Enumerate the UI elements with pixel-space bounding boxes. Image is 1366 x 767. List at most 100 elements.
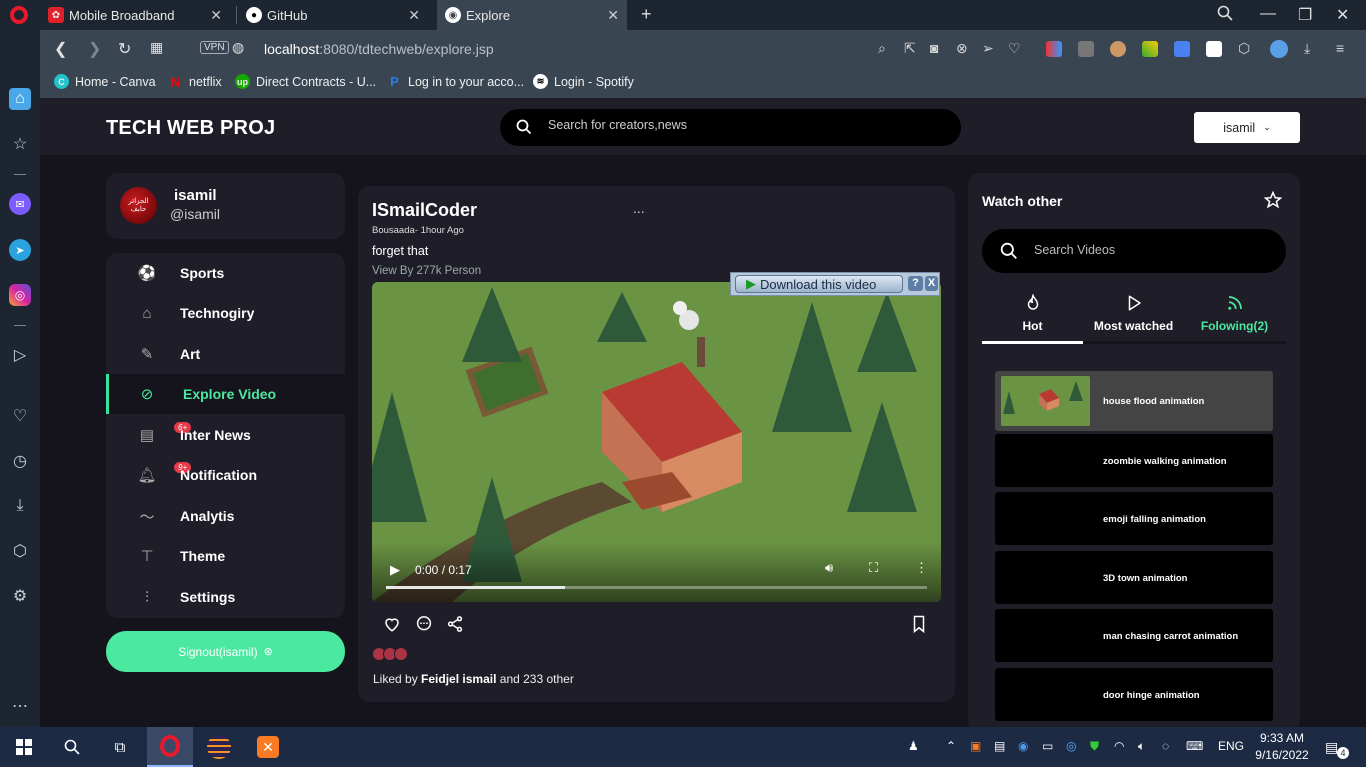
send-icon[interactable]: ➢ [982, 40, 994, 57]
heart-icon[interactable]: ♡ [9, 405, 31, 427]
extension-icon[interactable] [1078, 41, 1094, 57]
like-heart-icon[interactable] [382, 614, 402, 634]
bookmark-upwork[interactable]: up Direct Contracts - U... [235, 74, 376, 89]
tab-grid-icon[interactable]: ▦ [150, 39, 163, 56]
menu-item-settings[interactable]: ⫶ Settings [106, 577, 345, 617]
video-progress-bar[interactable] [386, 586, 927, 589]
search-icon[interactable] [48, 727, 96, 767]
menu-item-technogiry[interactable]: ⌂ Technogiry [106, 293, 345, 333]
tab-explore[interactable]: ◉ Explore ✕ [437, 0, 627, 30]
fullscreen-icon[interactable]: ⛶ [869, 560, 878, 576]
star-icon[interactable] [1263, 190, 1283, 214]
player-icon[interactable]: ▷ [9, 344, 31, 366]
search-input[interactable] [548, 118, 928, 132]
bookmark-paypal[interactable]: P Log in to your acco... [387, 74, 524, 89]
bookmark-icon[interactable] [909, 614, 929, 634]
minimize-icon[interactable]: — [1260, 5, 1276, 23]
site-brand[interactable]: TECH WEB PROJ [106, 117, 275, 140]
user-dropdown-button[interactable]: isamil ⌄ [1194, 112, 1300, 143]
bookmark-netflix[interactable]: Nnetflix [168, 74, 221, 90]
share-icon[interactable] [445, 614, 465, 634]
reload-icon[interactable]: ↻ [118, 39, 131, 59]
find-icon[interactable]: ⌕ [878, 40, 886, 57]
tab-hot[interactable]: Hot [982, 286, 1083, 344]
video-list-item[interactable]: house flood animation [995, 371, 1273, 431]
comment-icon[interactable] [414, 614, 434, 634]
cube-icon[interactable]: ⬡ [9, 540, 31, 562]
forward-icon[interactable]: ❯ [88, 39, 101, 59]
back-icon[interactable]: ❮ [54, 39, 67, 59]
battery-icon[interactable]: ▭ [1042, 739, 1053, 753]
chevron-up-icon[interactable]: ⌃ [946, 739, 956, 753]
volume-icon[interactable]: 🔈︎ [1138, 739, 1145, 754]
post-author[interactable]: ISmailCoder [372, 200, 477, 221]
opera-taskbar-icon[interactable] [147, 727, 193, 767]
signout-button[interactable]: Signout(isamil) ⊛ [106, 631, 345, 672]
tray-app-icon[interactable]: ◎ [1066, 739, 1076, 753]
download-video-button[interactable]: ▶ Download this video [735, 275, 903, 293]
share-icon[interactable]: ⇱ [904, 40, 916, 57]
tab-github[interactable]: ● GitHub ✕ [238, 0, 428, 30]
downloads-icon[interactable]: ⤓ [9, 495, 31, 517]
video-list-item[interactable]: zoombie walking animation [995, 434, 1273, 487]
messenger-icon[interactable]: ✉ [9, 193, 31, 215]
more-icon[interactable]: ⋯ [9, 695, 31, 717]
telegram-icon[interactable]: ➤ [9, 239, 31, 261]
instagram-icon[interactable]: ◎ [9, 284, 31, 306]
tray-app-icon[interactable]: ▤ [994, 739, 1005, 753]
menu-item-art[interactable]: ✎ Art [106, 334, 345, 374]
cookie-icon[interactable] [1110, 41, 1126, 57]
windows-start-icon[interactable] [0, 727, 48, 767]
header-search[interactable] [500, 109, 961, 146]
security-icon[interactable]: ⛊ [1090, 739, 1099, 754]
extension-icon[interactable] [1046, 41, 1062, 57]
liked-by-name[interactable]: Feidjel ismail [421, 672, 496, 686]
download-close-button[interactable]: X [925, 276, 938, 291]
avatar[interactable]: الجزائر حايف [120, 187, 157, 224]
cube-icon[interactable]: ⬡ [1238, 40, 1250, 57]
opera-logo-icon[interactable] [10, 6, 28, 24]
download-help-button[interactable]: ? [908, 276, 923, 291]
profile-icon[interactable] [1270, 40, 1288, 58]
close-tab-icon[interactable]: ✕ [210, 7, 222, 24]
video-search-input[interactable] [1034, 243, 1264, 257]
video-player[interactable]: ▶ 0:00 / 0:17 🔊︎ ⛶ ⋮ [372, 282, 941, 602]
xampp-taskbar-icon[interactable]: ✕ [245, 727, 291, 767]
menu-item-notification[interactable]: 🔔︎ 9+ Notification [106, 455, 345, 495]
extension-icon[interactable] [1142, 41, 1158, 57]
mail-icon[interactable] [1206, 41, 1222, 57]
xampp-tray-icon[interactable]: ▣ [970, 739, 981, 753]
menu-item-sports[interactable]: ⚽ Sports [106, 253, 345, 293]
site-info-globe-icon[interactable]: ◍ [232, 39, 244, 56]
url-field[interactable]: localhost:8080/tdtechweb/explore.jsp [264, 41, 494, 57]
search-tabs-icon[interactable] [1217, 5, 1233, 26]
new-tab-icon[interactable]: + [641, 4, 652, 25]
keyboard-icon[interactable]: ⌨ [1186, 739, 1203, 753]
downloads-icon[interactable]: ⤓ [1304, 40, 1310, 57]
bookmark-spotify[interactable]: ≋ Login - Spotify [533, 74, 634, 89]
adblock-icon[interactable]: ⊗ [956, 40, 968, 57]
volume-icon[interactable]: 🔊︎ [825, 560, 833, 576]
tray-app-icon[interactable]: ◉ [1018, 739, 1028, 753]
video-list-item[interactable]: emoji falling animation [995, 492, 1273, 545]
menu-item-inter-news[interactable]: ▤ 6+ Inter News [106, 415, 345, 455]
vpn-badge[interactable]: VPN [200, 41, 229, 54]
close-window-icon[interactable]: ✕ [1336, 5, 1349, 25]
close-tab-icon[interactable]: ✕ [408, 7, 420, 24]
video-list-item[interactable]: 3D town animation [995, 551, 1273, 604]
language-indicator[interactable]: ENG [1218, 739, 1244, 753]
post-menu-icon[interactable]: ... [633, 200, 645, 216]
profile-card[interactable]: الجزائر حايف isamil @isamil [106, 173, 345, 239]
home-icon[interactable]: ⌂ [9, 88, 31, 110]
menu-item-explore-video[interactable]: ⊘ Explore Video [106, 374, 345, 414]
menu-item-theme[interactable]: ⊤ Theme [106, 536, 345, 576]
tab-following[interactable]: Folowing(2) [1184, 286, 1285, 344]
menu-icon[interactable]: ≡ [1336, 40, 1344, 56]
system-clock[interactable]: 9:33 AM 9/16/2022 [1252, 730, 1312, 764]
play-icon[interactable]: ▶ [390, 562, 400, 578]
heart-icon[interactable]: ♡ [1008, 40, 1021, 57]
maximize-icon[interactable]: ❐ [1298, 5, 1312, 25]
settings-icon[interactable]: ⚙ [9, 585, 31, 607]
bookmark-canva[interactable]: C Home - Canva [54, 74, 156, 89]
eclipse-taskbar-icon[interactable] [196, 727, 242, 767]
